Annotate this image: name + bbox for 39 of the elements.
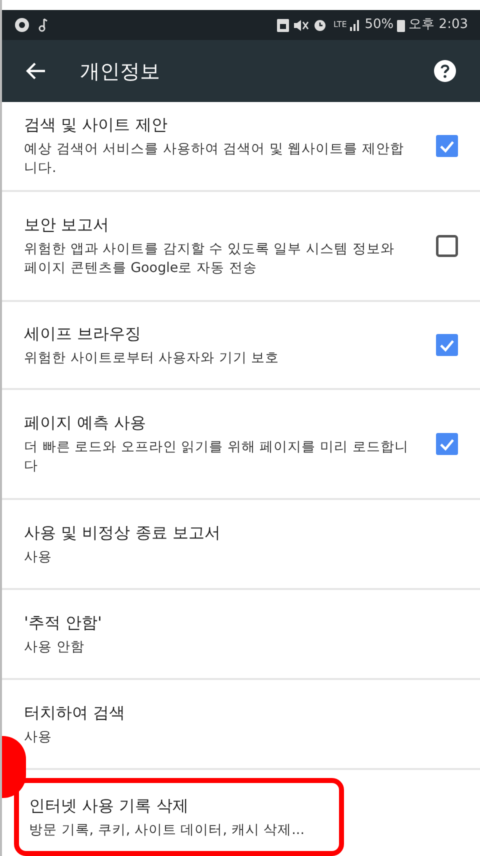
setting-summary: 위험한 앱과 사이트를 감지할 수 있도록 일부 시스템 정보와 페이지 콘텐츠를 Google로 자동 전송 <box>24 240 396 278</box>
setting-row[interactable]: 보안 보고서 위험한 앱과 사이트를 감지할 수 있도록 일부 시스템 정보와 페이지 콘텐츠를 Google로 자동 전송 <box>2 192 480 302</box>
setting-title: 세이프 브라우징 <box>24 322 142 344</box>
setting-row[interactable]: 사용 및 비정상 종료 보고서 사용 <box>2 500 480 590</box>
setting-summary: 사용 안함 <box>24 638 86 656</box>
setting-title: 페이지 예측 사용 <box>24 412 148 434</box>
battery-percent: 50% <box>364 16 394 34</box>
setting-summary: 사용 <box>24 728 53 746</box>
help-icon[interactable] <box>434 60 456 82</box>
setting-summary: 더 빠른 로드와 오프라인 읽기를 위해 페이지를 미리 로드합니다 <box>24 438 410 476</box>
network-type: LTE <box>333 19 347 31</box>
setting-row[interactable]: 세이프 브라우징 위험한 사이트로부터 사용자와 기기 보호 <box>2 302 480 390</box>
checkbox[interactable] <box>436 334 458 356</box>
setting-title: 터치하여 검색 <box>24 702 126 724</box>
checkbox[interactable] <box>436 433 458 455</box>
back-arrow-icon[interactable] <box>26 62 46 80</box>
setting-title: 검색 및 사이트 제안 <box>24 114 168 136</box>
setting-summary: 방문 기록, 쿠키, 사이트 데이터, 캐시 삭제... <box>29 820 306 840</box>
toolbar-title: 개인정보 <box>80 58 160 85</box>
signal-icon <box>348 19 361 31</box>
alarm-icon <box>313 18 328 32</box>
checkbox[interactable] <box>436 235 458 257</box>
setting-summary: 사용 <box>24 548 53 566</box>
lock-icon <box>277 18 290 32</box>
setting-title: 사용 및 비정상 종료 보고서 <box>24 522 222 544</box>
setting-row[interactable]: '추적 안함' 사용 안함 <box>2 590 480 680</box>
setting-title: 보안 보고서 <box>24 214 110 236</box>
setting-row[interactable]: 검색 및 사이트 제안 예상 검색어 서비스를 사용하여 검색어 및 웹사이트를 제안합니다. <box>2 102 480 192</box>
music-note-icon <box>38 18 48 32</box>
setting-summary: 위험한 사이트로부터 사용자와 기기 보호 <box>24 348 280 368</box>
mute-icon <box>293 18 310 32</box>
setting-summary: 예상 검색어 서비스를 사용하여 검색어 및 웹사이트를 제안합니다. <box>24 140 406 178</box>
clock: 오후 2:03 <box>408 16 468 34</box>
setting-row[interactable]: 페이지 예측 사용 더 빠른 로드와 오프라인 읽기를 위해 페이지를 미리 로드합니다 <box>2 390 480 500</box>
checkbox[interactable] <box>436 135 458 157</box>
setting-title: '추적 안함' <box>24 612 103 634</box>
battery-icon <box>396 18 405 32</box>
app-icon <box>14 17 30 33</box>
setting-title: 인터넷 사용 기록 삭제 <box>29 794 190 816</box>
